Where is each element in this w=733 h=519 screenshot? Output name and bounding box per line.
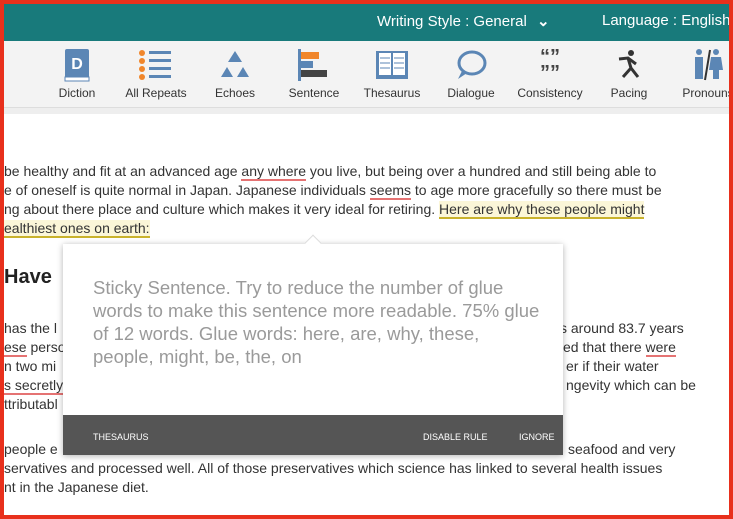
- tool-all-repeats[interactable]: All Repeats: [116, 45, 196, 100]
- tool-echoes[interactable]: Echoes: [195, 45, 275, 100]
- running-man-icon: [589, 45, 669, 85]
- tool-diction[interactable]: D Diction: [37, 45, 117, 100]
- disable-rule-button[interactable]: DISABLE RULE: [423, 432, 488, 442]
- text-line: ealthiest ones on earth:: [4, 220, 150, 238]
- text-line: s around 83.7 years: [560, 320, 684, 336]
- toolbar: cy DDiction All Repeats Echoes Sentence …: [0, 41, 733, 108]
- text-span: ese: [4, 339, 27, 357]
- grammar-flag[interactable]: were: [645, 339, 676, 357]
- text-span: you live, but being over a hundred and s…: [306, 163, 657, 179]
- tool-label: Dialogue: [447, 86, 495, 100]
- open-book-icon: [352, 45, 432, 85]
- tool-label: Diction: [58, 86, 96, 100]
- text-line: nt in the Japanese diet.: [4, 479, 149, 495]
- text-span: to age more gracefully so there must be: [411, 182, 662, 198]
- tool-readability[interactable]: cy: [0, 45, 36, 100]
- section-heading: Have: [4, 266, 52, 288]
- sentence-bars-icon: [274, 45, 354, 85]
- text-line: ed that there were: [563, 339, 676, 357]
- diction-book-icon: D: [37, 45, 117, 85]
- text-span: ng about there place and culture which m…: [4, 201, 440, 217]
- spelling-flag[interactable]: any where: [241, 163, 306, 181]
- tool-dialogue[interactable]: Dialogue: [431, 45, 511, 100]
- tool-label: cy: [0, 86, 36, 100]
- ignore-button[interactable]: IGNORE: [519, 432, 555, 442]
- text-span: ed that there: [563, 339, 646, 355]
- quotes-icon: “”””: [540, 46, 560, 84]
- text-line: ese perso: [4, 339, 66, 357]
- text-span: e of oneself is quite normal in Japan. J…: [4, 182, 370, 198]
- text-span: s secretly: [4, 377, 64, 395]
- chevron-down-icon: ⌄: [536, 13, 550, 30]
- text-line: has the l: [4, 320, 57, 336]
- text-line: people e: [4, 441, 58, 457]
- speech-bubble-icon: [431, 45, 511, 85]
- partial-icon: [0, 45, 36, 85]
- text-line: be healthy and fit at an advanced age an…: [4, 163, 657, 181]
- top-bar: Writing Style : General ⌄ Language : Eng…: [0, 0, 733, 41]
- text-line: n two mi: [4, 358, 57, 374]
- language-selector[interactable]: Language : English: [602, 12, 730, 29]
- tool-consistency[interactable]: “””” Consistency: [510, 45, 590, 100]
- tool-pronouns[interactable]: Pronouns: [668, 45, 733, 100]
- text-span: be healthy and fit at an advanced age: [4, 163, 242, 179]
- writing-style-dropdown[interactable]: Writing Style : General ⌄: [377, 12, 550, 30]
- people-icon: [668, 45, 733, 85]
- tool-label: Consistency: [517, 86, 583, 100]
- text-span: perso: [26, 339, 66, 355]
- text-line: s secretly: [4, 377, 64, 395]
- text-line: ngevity which can be: [566, 377, 696, 393]
- tool-thesaurus[interactable]: Thesaurus: [352, 45, 432, 100]
- text-line: servatives and processed well. All of th…: [4, 460, 663, 476]
- grammar-flag[interactable]: seems: [369, 182, 412, 200]
- text-line: ttributabl: [4, 396, 58, 412]
- writing-style-label: Writing Style : General: [377, 13, 527, 30]
- tool-pacing[interactable]: Pacing: [589, 45, 669, 100]
- suggestion-popup: Sticky Sentence. Try to reduce the numbe…: [63, 234, 563, 455]
- tool-label: All Repeats: [125, 86, 187, 100]
- list-icon: [116, 45, 196, 85]
- text-line: seafood and very: [568, 441, 676, 457]
- thesaurus-button[interactable]: THESAURUS: [93, 432, 149, 442]
- sticky-sentence-highlight[interactable]: Here are why these people might: [439, 201, 645, 219]
- text-line: ng about there place and culture which m…: [4, 201, 645, 219]
- sticky-sentence-highlight[interactable]: ealthiest ones on earth:: [4, 220, 150, 238]
- tool-label: Pacing: [610, 86, 648, 100]
- popup-actions: THESAURUS DISABLE RULE IGNORE: [63, 415, 563, 455]
- tool-sentence[interactable]: Sentence: [274, 45, 354, 100]
- svg-text:D: D: [71, 56, 83, 73]
- popup-message: Sticky Sentence. Try to reduce the numbe…: [93, 277, 540, 367]
- recycle-icon: [195, 45, 275, 85]
- tool-label: Thesaurus: [363, 86, 421, 100]
- text-line: er if their water: [566, 358, 659, 374]
- tool-label: Sentence: [288, 86, 340, 100]
- text-line: e of oneself is quite normal in Japan. J…: [4, 182, 662, 200]
- tool-label: Pronouns: [682, 86, 733, 100]
- tool-label: Echoes: [214, 86, 256, 100]
